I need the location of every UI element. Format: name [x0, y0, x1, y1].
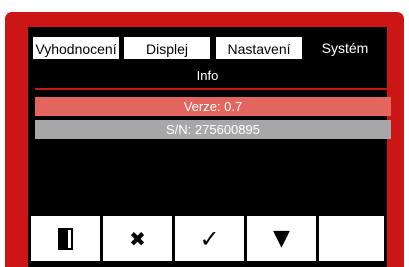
- door-exit-icon: [57, 227, 74, 251]
- tab-nastaveni[interactable]: Nastavení: [215, 36, 303, 60]
- blank-softkey[interactable]: [319, 216, 384, 261]
- section-divider: [35, 88, 391, 90]
- triangle-down-icon: ▼: [273, 226, 290, 251]
- tab-displej[interactable]: Displej: [123, 36, 211, 60]
- exit-button[interactable]: [31, 216, 100, 261]
- cancel-button[interactable]: ✖: [103, 216, 172, 261]
- display-screen: Vyhodnocení Displej Nastavení Systém Inf…: [28, 27, 391, 267]
- down-button[interactable]: ▼: [247, 216, 316, 261]
- tab-vyhodnoceni[interactable]: Vyhodnocení: [32, 36, 120, 60]
- serial-number-row: S/N: 275600895: [35, 120, 391, 139]
- cross-icon: ✖: [129, 226, 146, 251]
- version-row: Verze: 0.7: [35, 97, 391, 116]
- section-title: Info: [196, 68, 219, 83]
- checkmark-icon: ✓: [199, 224, 220, 253]
- tab-system[interactable]: Systém: [307, 36, 383, 60]
- confirm-button[interactable]: ✓: [175, 216, 244, 261]
- softkey-bar: ✖ ✓ ▼: [28, 214, 387, 267]
- device: Vyhodnocení Displej Nastavení Systém Inf…: [0, 0, 409, 267]
